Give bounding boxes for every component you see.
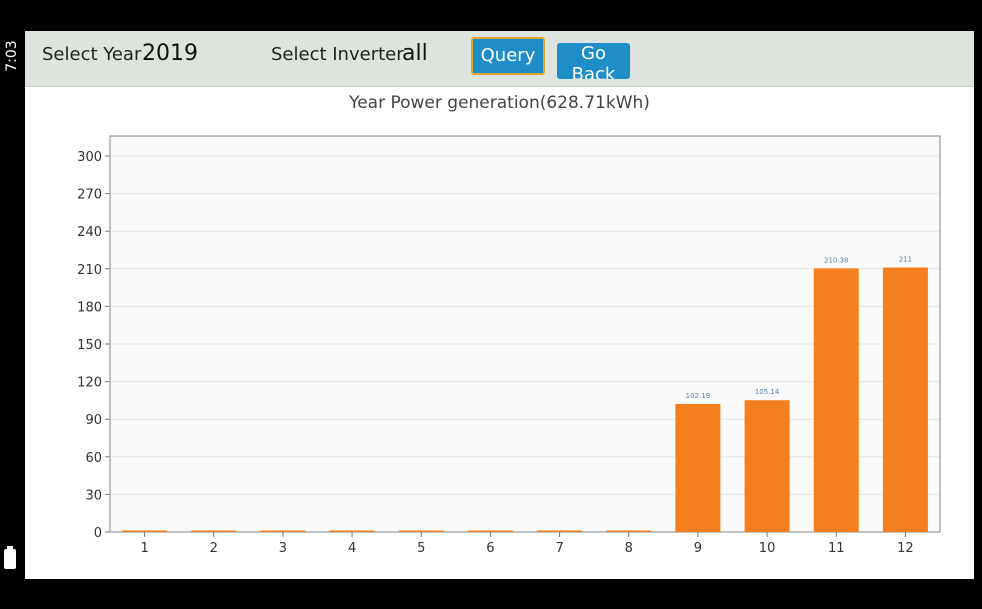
x-tick-label: 8	[625, 541, 633, 556]
y-tick-label: 270	[77, 188, 102, 203]
x-tick-label: 11	[828, 541, 845, 556]
y-tick-label: 90	[85, 413, 102, 428]
x-tick-label: 7	[555, 541, 563, 556]
y-tick-label: 180	[77, 300, 102, 315]
x-tick-label: 2	[210, 541, 218, 556]
bar-chart: 03060901201501802102402703001 2 3 4 5 6 7 8 9102…	[77, 135, 941, 556]
y-tick-label: 150	[77, 338, 102, 353]
bar	[744, 400, 790, 532]
data-label: 105.14	[755, 388, 780, 396]
bar	[467, 530, 513, 532]
x-tick-label: 6	[486, 541, 494, 556]
bar	[675, 403, 721, 532]
y-tick-label: 120	[77, 376, 102, 391]
y-tick-label: 210	[77, 263, 102, 278]
bar	[537, 530, 583, 532]
y-tick-label: 240	[77, 225, 102, 240]
y-tick-label: 300	[77, 150, 102, 165]
x-tick-label: 12	[897, 541, 914, 556]
data-label: 211	[899, 256, 912, 264]
x-tick-label: 9	[694, 541, 702, 556]
bar	[122, 530, 168, 532]
bar	[606, 530, 652, 532]
bar	[329, 530, 375, 532]
bar	[882, 267, 928, 532]
data-label: 210.38	[824, 256, 849, 264]
bar	[191, 530, 237, 532]
y-tick-label: 30	[85, 488, 102, 503]
bar	[398, 530, 444, 532]
x-tick-label: 1	[140, 541, 148, 556]
bar	[813, 268, 859, 532]
y-tick-label: 60	[85, 451, 102, 466]
x-tick-label: 4	[348, 541, 356, 556]
bar	[260, 530, 306, 532]
x-tick-label: 5	[417, 541, 425, 556]
x-tick-label: 10	[759, 541, 776, 556]
y-tick-label: 0	[94, 526, 102, 541]
x-tick-label: 3	[279, 541, 287, 556]
data-label: 102.19	[686, 392, 711, 400]
